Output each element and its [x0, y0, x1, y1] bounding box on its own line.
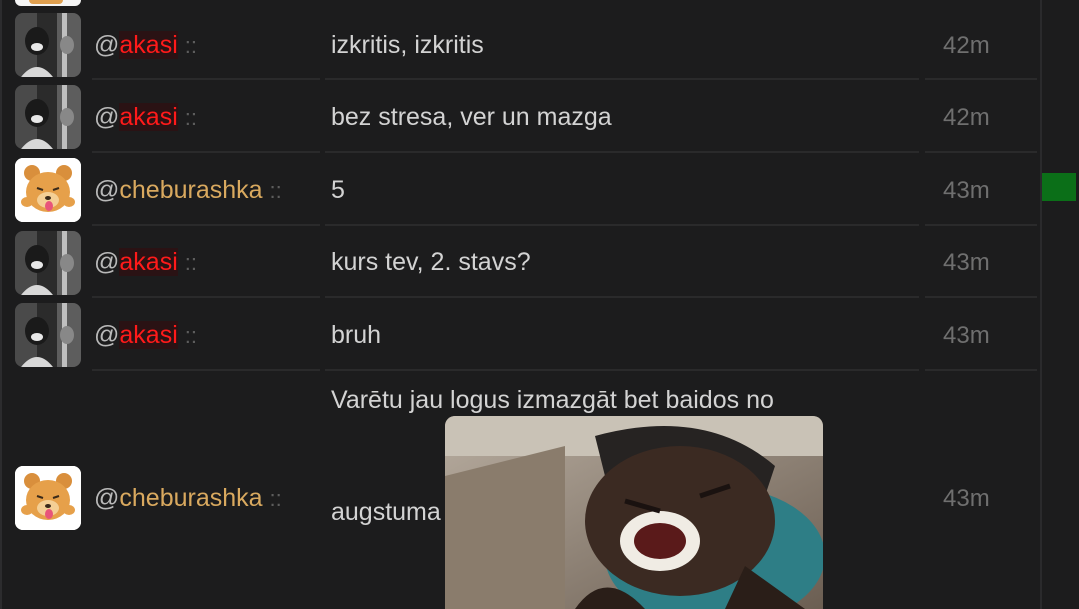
username-cell: @akasi :: [92, 298, 320, 371]
avatar[interactable] [15, 466, 81, 530]
avatar[interactable] [15, 303, 81, 367]
message-text: 5 [331, 176, 345, 204]
avatar-cell [8, 8, 88, 80]
timestamp: 42m [943, 104, 990, 131]
avatar[interactable] [15, 13, 81, 77]
message-row: @akasi :: bez stresa, ver un mazga 42m [8, 80, 1038, 153]
time-cell: 43m [925, 371, 1037, 609]
timestamp: 43m [943, 322, 990, 349]
avatar-cell [8, 153, 88, 226]
time-cell: 42m [925, 8, 1037, 80]
avatar-cell [8, 371, 88, 609]
avatar-cell [8, 298, 88, 371]
message-cell: bez stresa, ver un mazga [325, 80, 919, 153]
timestamp: 42m [943, 32, 990, 59]
gif-image[interactable] [445, 416, 823, 609]
avatar[interactable] [15, 231, 81, 295]
message-row: @akasi :: izkritis, izkritis 42m [8, 8, 1038, 80]
message-text: augstuma [331, 498, 441, 526]
username[interactable]: @akasi :: [94, 248, 197, 277]
scrollbar-track[interactable] [1040, 0, 1042, 609]
message-text: izkritis, izkritis [331, 31, 484, 59]
username-cell: @akasi :: [92, 226, 320, 298]
message-text: Varētu jau logus izmazgāt bet baidos no [331, 386, 774, 414]
message-text: kurs tev, 2. stavs? [331, 248, 531, 276]
message-row: @akasi :: kurs tev, 2. stavs? 43m [8, 226, 1038, 298]
timestamp: 43m [943, 249, 990, 276]
time-cell: 43m [925, 226, 1037, 298]
username-cell: @akasi :: [92, 80, 320, 153]
username-cell: @cheburashka :: [92, 371, 320, 609]
avatar[interactable] [15, 85, 81, 149]
message-cell: izkritis, izkritis [325, 8, 919, 80]
timestamp: 43m [943, 485, 990, 512]
scroll-indicator[interactable] [1042, 173, 1076, 201]
username[interactable]: @akasi :: [94, 321, 197, 350]
time-cell: 42m [925, 80, 1037, 153]
time-cell: 43m [925, 298, 1037, 371]
timestamp: 43m [943, 177, 990, 204]
username[interactable]: @akasi :: [94, 31, 197, 60]
message-text: bruh [331, 321, 382, 349]
message-cell: bruh [325, 298, 919, 371]
partial-avatar [15, 0, 81, 6]
username[interactable]: @cheburashka :: [94, 484, 282, 513]
avatar-cell [8, 80, 88, 153]
message-text: bez stresa, ver un mazga [331, 103, 612, 131]
message-row: @cheburashka :: 5 43m [8, 153, 1038, 226]
username-cell: @cheburashka :: [92, 153, 320, 226]
avatar[interactable] [15, 158, 81, 222]
username[interactable]: @akasi :: [94, 103, 197, 132]
username[interactable]: @cheburashka :: [94, 176, 282, 205]
message-row: @akasi :: bruh 43m [8, 298, 1038, 371]
message-cell: kurs tev, 2. stavs? [325, 226, 919, 298]
username-cell: @akasi :: [92, 8, 320, 80]
message-cell: 5 [325, 153, 919, 226]
frame-border-left [0, 0, 2, 609]
avatar-cell [8, 226, 88, 298]
time-cell: 43m [925, 153, 1037, 226]
